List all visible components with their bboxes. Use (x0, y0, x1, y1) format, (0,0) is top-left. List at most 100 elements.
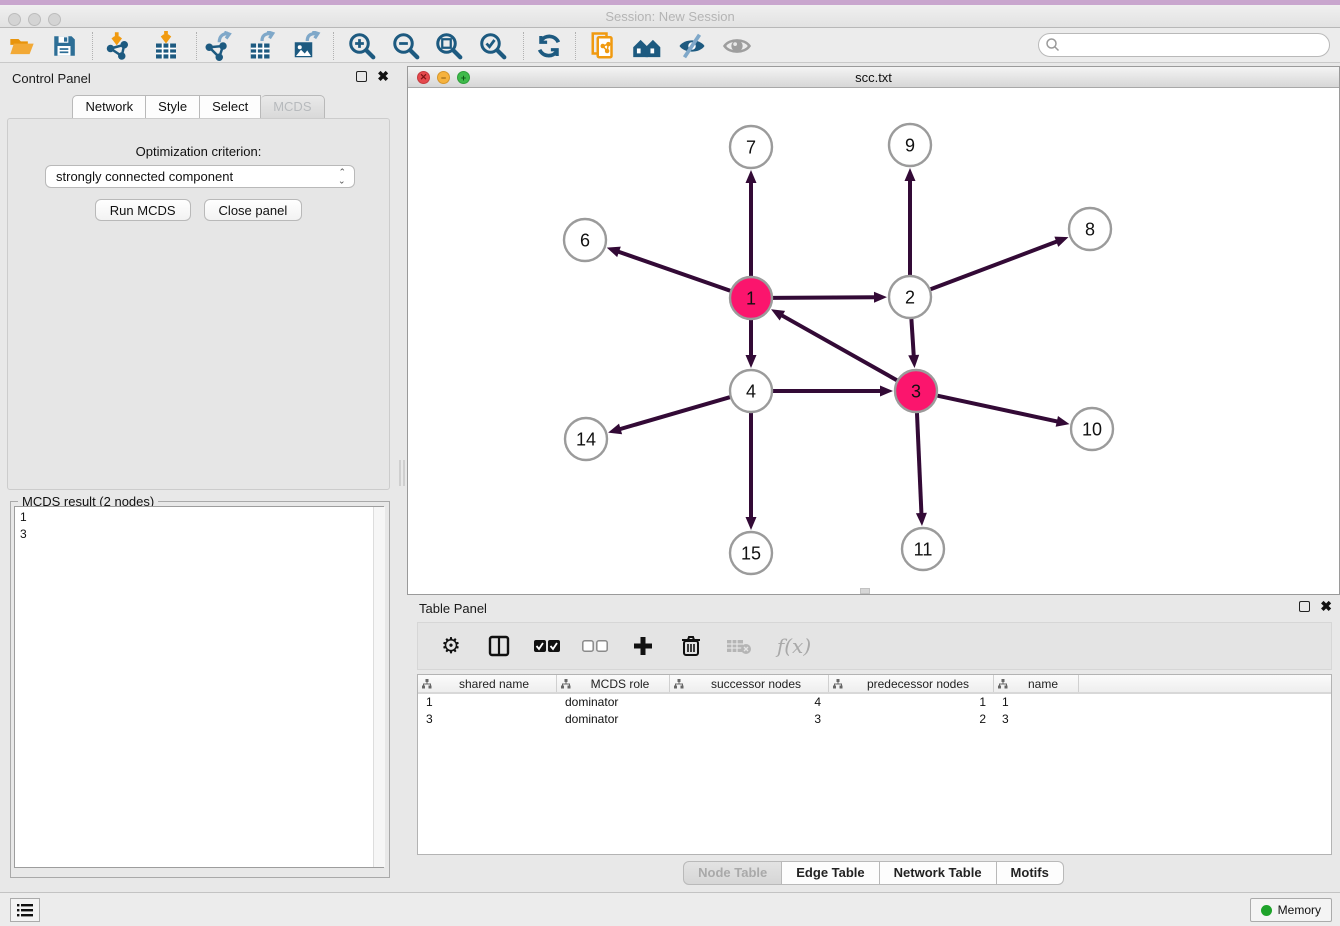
node-table[interactable]: shared name MCDS rolesuccessor nodes prede… (417, 674, 1332, 855)
copy-network-icon[interactable] (588, 30, 620, 62)
settings-gear-icon[interactable]: ⚙ (438, 633, 464, 659)
control-tab-network[interactable]: Network (72, 95, 146, 119)
close-panel-icon[interactable]: ✖ (377, 71, 389, 82)
zoom-selected-icon[interactable] (477, 30, 509, 62)
show-all-icon[interactable] (721, 30, 753, 62)
toolbar-separator (523, 32, 524, 60)
table-cell[interactable]: 1 (994, 694, 1079, 711)
zoom-in-icon[interactable] (346, 30, 378, 62)
node-table-body: 1dominator4113dominator323 (418, 694, 1331, 728)
export-network-icon[interactable] (202, 30, 234, 62)
memory-button[interactable]: Memory (1250, 898, 1332, 922)
graph-edge-arrowhead (916, 513, 927, 526)
table-panel: Table Panel ✖ ⚙ f(x) (407, 597, 1340, 890)
table-tab-node-table[interactable]: Node Table (683, 861, 782, 885)
graph-node-label: 14 (576, 429, 596, 449)
column-header-predecessor-nodes[interactable]: predecessor nodes (829, 675, 994, 692)
zoom-out-icon[interactable] (390, 30, 422, 62)
status-bar: Memory (0, 892, 1340, 926)
zoom-fit-icon[interactable] (433, 30, 465, 62)
save-session-icon[interactable] (48, 30, 80, 62)
table-cell[interactable]: 4 (670, 694, 829, 711)
control-tab-mcds[interactable]: MCDS (261, 95, 324, 119)
export-image-icon[interactable] (290, 30, 322, 62)
column-header-successor-nodes[interactable]: successor nodes (670, 675, 829, 692)
table-cell[interactable]: dominator (557, 694, 670, 711)
memory-status-icon (1261, 905, 1272, 916)
column-label: predecessor nodes (843, 677, 993, 691)
graph-edge-4-14[interactable] (619, 397, 730, 429)
optimization-criterion-select[interactable]: strongly connected component ⌃⌃ (45, 165, 355, 188)
table-row[interactable]: 1dominator411 (418, 694, 1331, 711)
horizontal-splitter-grip[interactable] (860, 588, 870, 594)
vertical-splitter-grip[interactable] (399, 460, 405, 486)
graph-edge-arrowhead (874, 292, 887, 303)
control-tab-select[interactable]: Select (200, 95, 261, 119)
control-tab-style[interactable]: Style (146, 95, 200, 119)
network-window-titlebar[interactable]: ✕ − + scc.txt (408, 67, 1339, 88)
graph-edge-3-1[interactable] (781, 315, 897, 381)
graph-node-label: 7 (746, 137, 756, 157)
add-row-icon[interactable] (630, 633, 656, 659)
search-field[interactable] (1038, 33, 1330, 57)
column-header-filler (1079, 675, 1331, 692)
graph-edge-2-8[interactable] (931, 241, 1059, 289)
toolbar-separator (575, 32, 576, 60)
delete-icon[interactable] (678, 633, 704, 659)
node-table-header: shared name MCDS rolesuccessor nodes prede… (418, 675, 1331, 694)
mcds-result-group: MCDS result (2 nodes) 1 3 (10, 494, 390, 878)
open-session-icon[interactable] (6, 30, 38, 62)
refresh-layout-icon[interactable] (533, 30, 565, 62)
graph-edge-arrowhead (880, 386, 893, 397)
graph-edge-2-3[interactable] (911, 319, 913, 357)
column-label: MCDS role (571, 677, 669, 691)
table-cell[interactable]: 3 (670, 711, 829, 728)
table-tab-motifs[interactable]: Motifs (997, 861, 1064, 885)
column-header-name[interactable]: name (994, 675, 1079, 692)
mcds-result-textarea[interactable]: 1 3 (14, 506, 384, 868)
window-titlebar[interactable]: Session: New Session (0, 5, 1340, 28)
close-table-panel-icon[interactable]: ✖ (1320, 601, 1332, 612)
run-mcds-button[interactable]: Run MCDS (95, 199, 191, 221)
hierarchy-icon (561, 679, 571, 689)
deselect-all-icon[interactable] (582, 633, 608, 659)
graph-edge-1-6[interactable] (617, 251, 730, 291)
search-input[interactable] (1061, 38, 1329, 52)
toolbar-separator (196, 32, 197, 60)
table-tab-edge-table[interactable]: Edge Table (782, 861, 879, 885)
graph-node-label: 15 (741, 543, 761, 563)
graph-edge-3-11[interactable] (917, 413, 922, 515)
mcds-panel: Optimization criterion: strongly connect… (7, 118, 390, 490)
graph-edge-3-10[interactable] (938, 396, 1059, 422)
select-all-icon[interactable] (534, 633, 560, 659)
table-toolbar: ⚙ f(x) (417, 622, 1332, 670)
table-cell[interactable]: 1 (418, 694, 557, 711)
table-row[interactable]: 3dominator323 (418, 711, 1331, 728)
graph-edge-1-2[interactable] (773, 297, 876, 298)
column-header-shared-name[interactable]: shared name (418, 675, 557, 692)
graph-node-label: 6 (580, 230, 590, 250)
column-header-MCDS-role[interactable]: MCDS role (557, 675, 670, 692)
table-cell[interactable]: 3 (994, 711, 1079, 728)
function-builder-icon[interactable]: f(x) (774, 633, 814, 659)
table-panel-title: Table Panel (419, 601, 487, 616)
export-table-icon[interactable] (246, 30, 278, 62)
float-table-panel-icon[interactable] (1299, 601, 1310, 612)
delete-table-icon[interactable] (726, 633, 752, 659)
table-cell[interactable]: 3 (418, 711, 557, 728)
table-cell[interactable]: 1 (829, 694, 994, 711)
close-panel-button[interactable]: Close panel (204, 199, 303, 221)
task-history-button[interactable] (10, 898, 40, 922)
import-table-icon[interactable] (150, 30, 182, 62)
table-cell[interactable]: dominator (557, 711, 670, 728)
float-panel-icon[interactable] (356, 71, 367, 82)
table-tab-network-table[interactable]: Network Table (880, 861, 997, 885)
hide-selected-icon[interactable] (676, 30, 708, 62)
first-neighbors-icon[interactable] (632, 30, 664, 62)
show-columns-icon[interactable] (486, 633, 512, 659)
table-cell[interactable]: 2 (829, 711, 994, 728)
import-network-icon[interactable] (102, 30, 134, 62)
network-canvas[interactable]: 1234678910111415 (408, 88, 1339, 594)
result-scrollbar[interactable] (373, 507, 385, 867)
graph-node-label: 10 (1082, 419, 1102, 439)
